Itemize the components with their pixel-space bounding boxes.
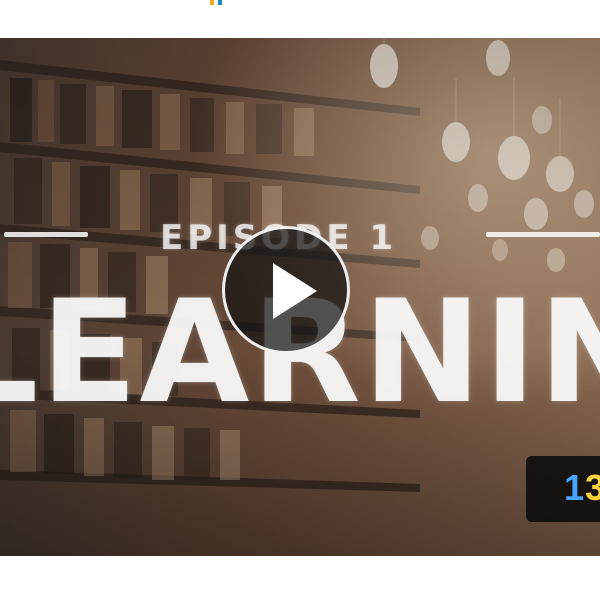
- play-button[interactable]: [222, 226, 350, 354]
- episode-rule-right: [486, 232, 600, 237]
- video-thumbnail[interactable]: EPISODE 1 LEARNING 13: [0, 38, 600, 556]
- play-icon: [273, 263, 317, 319]
- duration-text: 13: [564, 468, 600, 508]
- episode-rule-left: [4, 232, 88, 237]
- top-accent-mark: [210, 0, 228, 5]
- page: EPISODE 1 LEARNING 13: [0, 0, 600, 600]
- duration-badge: 13: [526, 456, 600, 522]
